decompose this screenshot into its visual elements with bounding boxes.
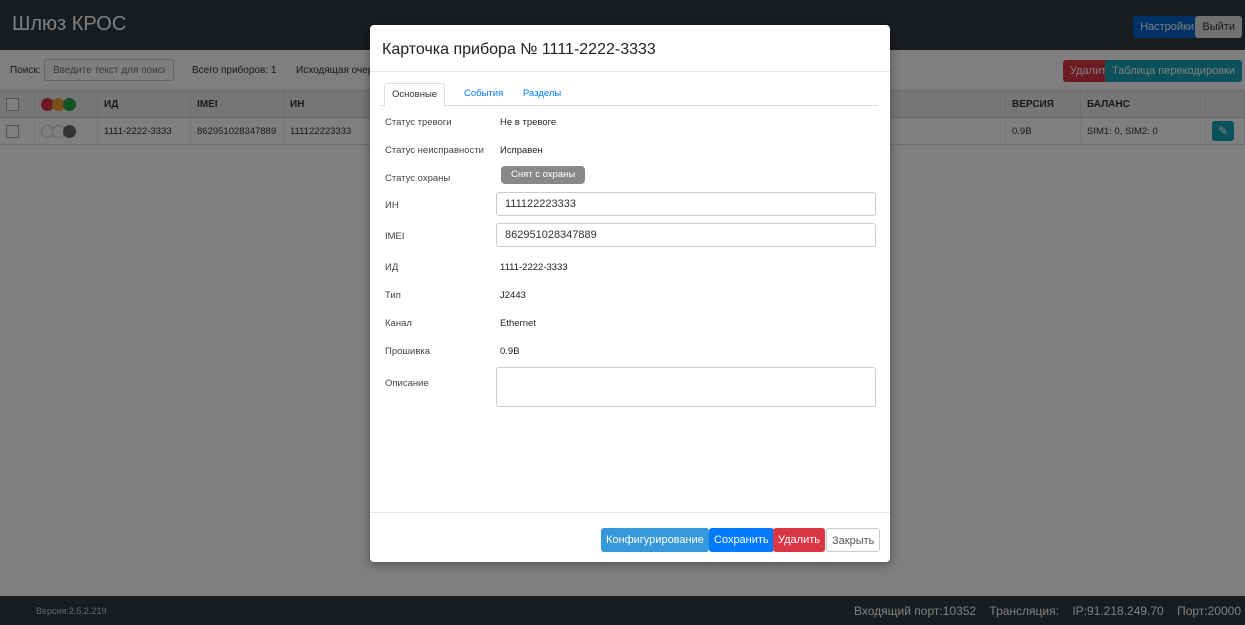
save-button[interactable]: Сохранить xyxy=(709,528,774,552)
firmware-label: Прошивка xyxy=(385,346,431,357)
tab-events[interactable]: События xyxy=(457,83,510,105)
fault-status-label: Статус неисправности xyxy=(385,145,484,156)
id-label: ИД xyxy=(385,262,399,273)
in-label: ИН xyxy=(385,200,399,211)
guard-status-badge: Снят с охраны xyxy=(501,166,586,184)
configure-button[interactable]: Конфигурирование xyxy=(601,528,709,552)
guard-status-label: Статус охраны xyxy=(385,173,451,184)
id-value: 1111-2222-3333 xyxy=(500,262,568,273)
type-value: J2443 xyxy=(500,290,526,301)
tab-sections[interactable]: Разделы xyxy=(516,83,568,105)
alarm-status-value: Не в тревоге xyxy=(500,117,557,128)
modal-footer: Конфигурирование Сохранить Удалить Закры… xyxy=(370,512,890,563)
in-field[interactable] xyxy=(496,192,876,216)
channel-label: Канал xyxy=(385,318,412,329)
tab-basic[interactable]: Основные xyxy=(384,83,446,107)
imei-label: IMEI xyxy=(385,231,405,242)
modal-tabs: Основные События Разделы xyxy=(380,83,878,107)
channel-value: Ethernet xyxy=(500,318,536,329)
modal-header: Карточка прибора № 1111-2222-3333 xyxy=(370,25,890,72)
firmware-value: 0.9B xyxy=(500,346,520,357)
description-label: Описание xyxy=(385,378,429,389)
delete-device-button[interactable]: Удалить xyxy=(773,528,825,552)
device-card-modal: Карточка прибора № 1111-2222-3333 Основн… xyxy=(370,25,890,562)
close-button[interactable]: Закрыть xyxy=(826,528,881,552)
alarm-status-label: Статус тревоги xyxy=(385,117,452,128)
imei-field[interactable] xyxy=(496,223,876,247)
fault-status-value: Исправен xyxy=(500,145,543,156)
modal-title: Карточка прибора № 1111-2222-3333 xyxy=(382,41,656,58)
type-label: Тип xyxy=(385,290,401,301)
description-field[interactable] xyxy=(496,367,876,407)
